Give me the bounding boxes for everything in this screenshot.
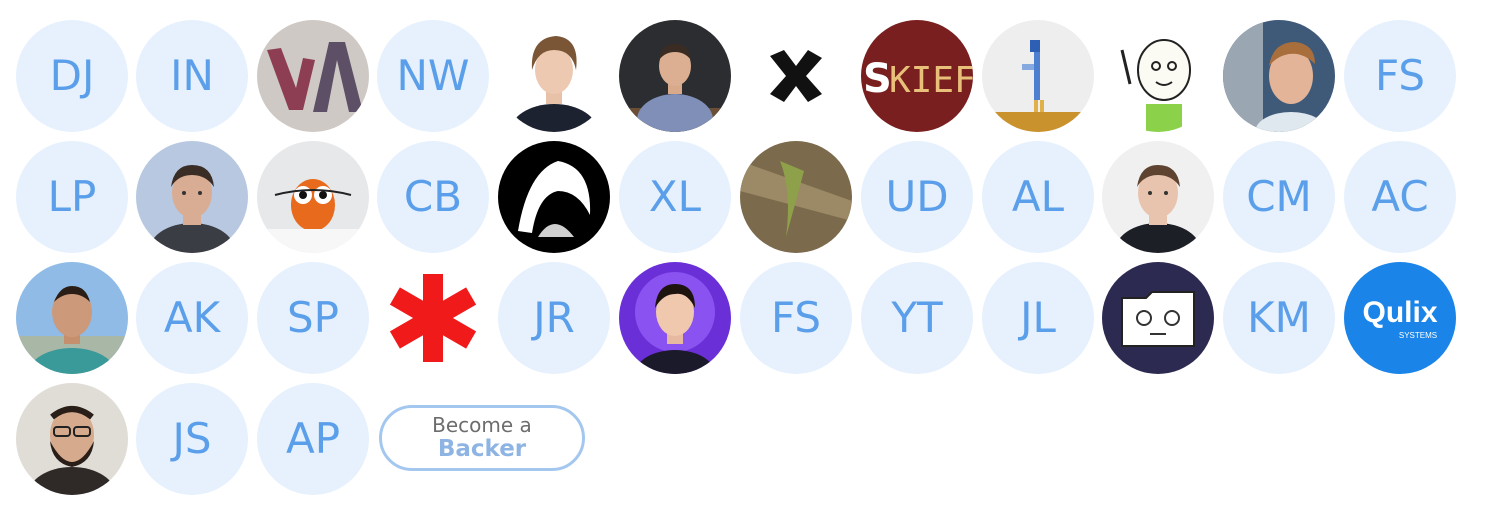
young-man-avatar-icon[interactable] xyxy=(498,20,610,132)
man-long-hair-avatar-icon[interactable] xyxy=(136,141,248,253)
young-man-portrait-avatar-icon[interactable] xyxy=(1102,141,1214,253)
backer-avatar-initials[interactable]: AC xyxy=(1344,141,1456,253)
backer-initials: IN xyxy=(170,51,214,100)
backer-initials: YT xyxy=(891,293,943,342)
backer-avatar-initials[interactable]: CM xyxy=(1223,141,1335,253)
backer-avatar-initials[interactable]: AK xyxy=(136,262,248,374)
backer-initials: CM xyxy=(1246,172,1312,221)
backer-initials: AC xyxy=(1371,172,1429,221)
backer-initials: JS xyxy=(172,414,212,463)
backer-avatar-initials[interactable]: IN xyxy=(136,20,248,132)
backer-initials: LP xyxy=(47,172,97,221)
backer-initials: AP xyxy=(285,414,341,463)
backer-initials: FS xyxy=(770,293,822,342)
backer-initials: AL xyxy=(1011,172,1065,221)
backer-avatar-initials[interactable]: NW xyxy=(377,20,489,132)
backer-initials: DJ xyxy=(49,51,95,100)
backer-initials: NW xyxy=(396,51,470,100)
backer-initials: FS xyxy=(1374,51,1426,100)
cartoon-waving-avatar-icon[interactable] xyxy=(1102,20,1214,132)
backer-avatar-initials[interactable]: YT xyxy=(861,262,973,374)
man-at-desk-avatar-icon[interactable] xyxy=(619,20,731,132)
backer-initials: AK xyxy=(163,293,221,342)
backer-avatar-initials[interactable]: KM xyxy=(1223,262,1335,374)
become-a-backer-button[interactable]: Become a Backer xyxy=(379,405,585,471)
red-asterisk-logo-icon[interactable] xyxy=(377,262,489,374)
anime-character-avatar-icon[interactable] xyxy=(498,141,610,253)
backer-avatar-initials[interactable]: XL xyxy=(619,141,731,253)
backer-avatar-initials[interactable]: AP xyxy=(257,383,369,495)
black-x-logo-icon[interactable] xyxy=(740,20,852,132)
backer-avatar-initials[interactable]: JL xyxy=(982,262,1094,374)
va-logo-icon[interactable] xyxy=(257,20,369,132)
cta-line1: Become a xyxy=(432,413,532,437)
cta-line2: Backer xyxy=(437,436,527,462)
man-purple-background-avatar-icon[interactable] xyxy=(619,262,731,374)
bearded-man-avatar-icon[interactable] xyxy=(16,383,128,495)
pixel-bird-avatar-icon[interactable] xyxy=(982,20,1094,132)
man-outdoors-avatar-icon[interactable] xyxy=(16,262,128,374)
backer-initials: CB xyxy=(403,172,463,221)
backer-initials: SP xyxy=(287,293,339,342)
backer-avatar-initials[interactable]: DJ xyxy=(16,20,128,132)
backer-avatar-initials[interactable]: CB xyxy=(377,141,489,253)
backer-avatar-initials[interactable]: UD xyxy=(861,141,973,253)
svg-text:Qulix: Qulix xyxy=(1362,296,1437,329)
backer-avatar-initials[interactable]: FS xyxy=(1344,20,1456,132)
dizzy-folder-logo-icon[interactable] xyxy=(1102,262,1214,374)
backer-initials: JL xyxy=(1020,293,1056,342)
backer-avatar-initials[interactable]: SP xyxy=(257,262,369,374)
lizard-on-tree-avatar-icon[interactable] xyxy=(740,141,852,253)
skier-logo-icon[interactable]: S KIEF xyxy=(861,20,973,132)
man-side-view-avatar-icon[interactable] xyxy=(1223,20,1335,132)
svg-text:KIEF: KIEF xyxy=(889,60,973,101)
backer-initials: JR xyxy=(533,293,575,342)
backers-grid: Become a Backer DJ IN NW S KIEF FS LP CB… xyxy=(0,0,1486,523)
backer-avatar-initials[interactable]: LP xyxy=(16,141,128,253)
qulix-logo-icon[interactable]: Qulix SYSTEMS xyxy=(1344,262,1456,374)
backer-initials: XL xyxy=(648,172,702,221)
svg-text:S: S xyxy=(863,56,892,102)
backer-initials: KM xyxy=(1247,293,1311,342)
backer-initials: UD xyxy=(885,172,949,221)
backer-avatar-initials[interactable]: FS xyxy=(740,262,852,374)
backer-avatar-initials[interactable]: JR xyxy=(498,262,610,374)
svg-text:SYSTEMS: SYSTEMS xyxy=(1399,331,1437,340)
backer-avatar-initials[interactable]: JS xyxy=(136,383,248,495)
orange-owl-avatar-icon[interactable] xyxy=(257,141,369,253)
backer-avatar-initials[interactable]: AL xyxy=(982,141,1094,253)
